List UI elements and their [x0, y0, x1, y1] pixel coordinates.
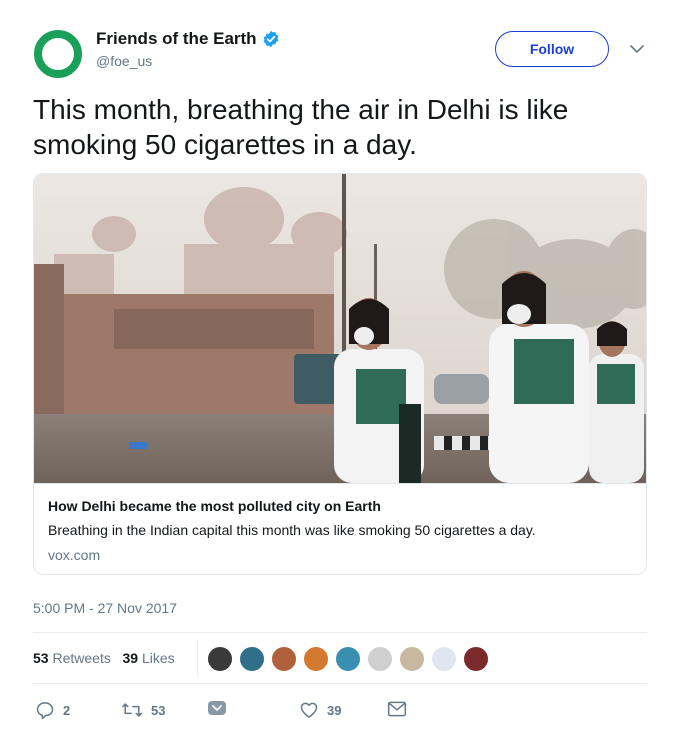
liker-avatar[interactable]	[238, 645, 266, 673]
liker-avatar[interactable]	[430, 645, 458, 673]
display-name-text: Friends of the Earth	[96, 29, 257, 48]
retweet-count: 53	[151, 702, 166, 718]
likes-count[interactable]: 39	[123, 650, 139, 666]
retweet-icon	[121, 700, 143, 720]
like-button[interactable]: 39	[299, 700, 341, 720]
retweets-count[interactable]: 53	[33, 650, 49, 666]
like-count: 39	[327, 702, 342, 718]
stats-separator	[197, 640, 198, 676]
tweet-actions: 2 53 39	[33, 700, 433, 724]
tweet: Friends of the Earth @foe_us Follow This…	[0, 0, 678, 738]
liker-avatar[interactable]	[270, 645, 298, 673]
liker-avatar[interactable]	[366, 645, 394, 673]
heart-icon	[299, 700, 319, 720]
card-domain: vox.com	[48, 547, 101, 563]
chevron-down-icon	[207, 700, 227, 716]
display-name[interactable]: Friends of the Earth	[96, 29, 280, 49]
timestamp[interactable]: 5:00 PM - 27 Nov 2017	[33, 600, 177, 616]
handle[interactable]: @foe_us	[96, 53, 152, 69]
tweet-text: This month, breathing the air in Delhi i…	[33, 94, 569, 160]
reply-icon	[35, 700, 55, 720]
likers-avatars	[206, 645, 494, 673]
divider	[33, 683, 647, 684]
liker-avatar[interactable]	[302, 645, 330, 673]
liker-avatar[interactable]	[398, 645, 426, 673]
direct-message-dropdown[interactable]	[207, 700, 227, 716]
liker-avatar[interactable]	[462, 645, 490, 673]
card-image[interactable]	[34, 174, 647, 483]
engagement-stats: 53 Retweets 39 Likes	[33, 650, 175, 666]
liker-avatar[interactable]	[334, 645, 362, 673]
divider	[33, 632, 647, 633]
retweets-label[interactable]: Retweets	[52, 650, 110, 666]
direct-message-button[interactable]	[387, 700, 407, 718]
verified-badge-icon	[262, 30, 280, 48]
reply-count: 2	[63, 702, 71, 718]
avatar[interactable]	[34, 30, 82, 78]
likes-label[interactable]: Likes	[142, 650, 175, 666]
retweet-button[interactable]: 53	[121, 700, 165, 720]
chevron-down-icon[interactable]	[628, 40, 646, 58]
follow-button[interactable]: Follow	[495, 31, 609, 67]
envelope-icon	[387, 700, 407, 718]
reply-button[interactable]: 2	[35, 700, 70, 720]
card-title[interactable]: How Delhi became the most polluted city …	[48, 498, 381, 514]
link-card[interactable]: How Delhi became the most polluted city …	[33, 173, 647, 575]
liker-avatar[interactable]	[206, 645, 234, 673]
card-description: Breathing in the Indian capital this mon…	[48, 522, 536, 538]
card-body[interactable]: How Delhi became the most polluted city …	[34, 483, 646, 574]
